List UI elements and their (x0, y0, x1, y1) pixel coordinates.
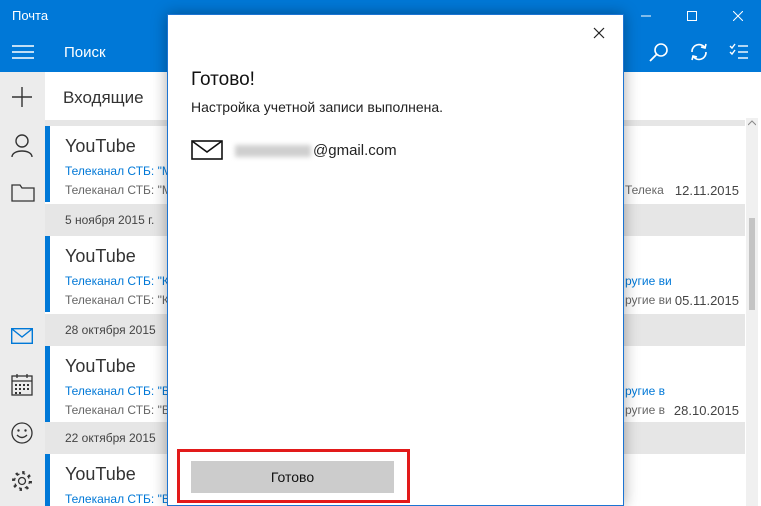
smiley-icon[interactable] (11, 422, 33, 444)
message-preview: Телеканал СТБ: "К (65, 293, 169, 307)
calendar-icon[interactable] (11, 374, 33, 396)
date-separator-label: 28 октября 2015 (65, 323, 156, 337)
close-icon[interactable] (591, 25, 607, 41)
list-scrollbar[interactable] (746, 118, 758, 506)
dialog-subtitle: Настройка учетной записи выполнена. (191, 99, 444, 115)
message-preview-tail: ругие ви (625, 293, 672, 307)
message-subject: Телеканал СТБ: "В (65, 384, 170, 398)
message-preview-tail: Телека (625, 183, 664, 197)
account-email: @gmail.com (235, 142, 397, 159)
mail-icon[interactable] (11, 328, 33, 344)
message-subject-tail: ругие в (625, 384, 666, 398)
email-domain: @gmail.com (313, 142, 397, 159)
redacted-username (235, 144, 311, 157)
sync-icon[interactable] (689, 42, 709, 62)
done-button[interactable]: Готово (191, 461, 394, 493)
close-window-button[interactable] (715, 0, 761, 32)
scrollbar-thumb[interactable] (749, 218, 755, 310)
message-sender: YouTube (65, 136, 136, 156)
date-separator-label: 5 ноября 2015 г. (65, 213, 155, 227)
message-preview: Телеканал СТБ: "М (65, 183, 172, 197)
date-separator-label: 22 октября 2015 (65, 431, 156, 445)
minimize-button[interactable] (623, 0, 669, 32)
message-subject: Телеканал СТБ: "М (65, 164, 172, 178)
account-setup-dialog: Готово! Настройка учетной записи выполне… (167, 14, 624, 506)
message-preview: Телеканал СТБ: "В (65, 403, 170, 417)
message-date: 12.11.2015 (674, 183, 739, 198)
message-subject: Телеканал СТБ: "В (65, 492, 170, 506)
message-sender: YouTube (65, 246, 136, 266)
message-preview-tail: ругие в (625, 403, 666, 417)
folder-title: Входящие (63, 88, 144, 107)
unread-indicator (45, 236, 50, 312)
close-icon (733, 11, 743, 21)
unread-indicator (45, 346, 50, 422)
select-mode-icon[interactable] (729, 42, 749, 62)
chevron-up-icon[interactable] (748, 120, 756, 126)
message-sender: YouTube (65, 464, 136, 484)
message-date: 05.11.2015 (674, 293, 739, 308)
search-box[interactable]: Поиск (64, 44, 106, 61)
minimize-icon (641, 15, 651, 17)
dialog-title: Готово! (191, 69, 255, 90)
message-subject: Телеканал СТБ: "К (65, 274, 169, 288)
left-nav (0, 72, 45, 506)
maximize-button[interactable] (669, 0, 715, 32)
maximize-icon (687, 11, 697, 21)
window-controls (623, 0, 761, 32)
plus-icon[interactable] (11, 86, 33, 108)
folder-icon[interactable] (11, 182, 35, 202)
message-sender: YouTube (65, 356, 136, 376)
unread-indicator (45, 126, 50, 202)
message-subject-tail: ругие ви (625, 274, 672, 288)
person-icon[interactable] (11, 134, 33, 158)
window-title: Почта (12, 8, 49, 23)
unread-indicator (45, 454, 50, 506)
search-icon[interactable] (649, 42, 669, 62)
gear-icon[interactable] (11, 470, 33, 492)
hamburger-icon[interactable] (12, 44, 34, 60)
message-date: 28.10.2015 (673, 403, 739, 418)
envelope-icon (191, 140, 223, 160)
